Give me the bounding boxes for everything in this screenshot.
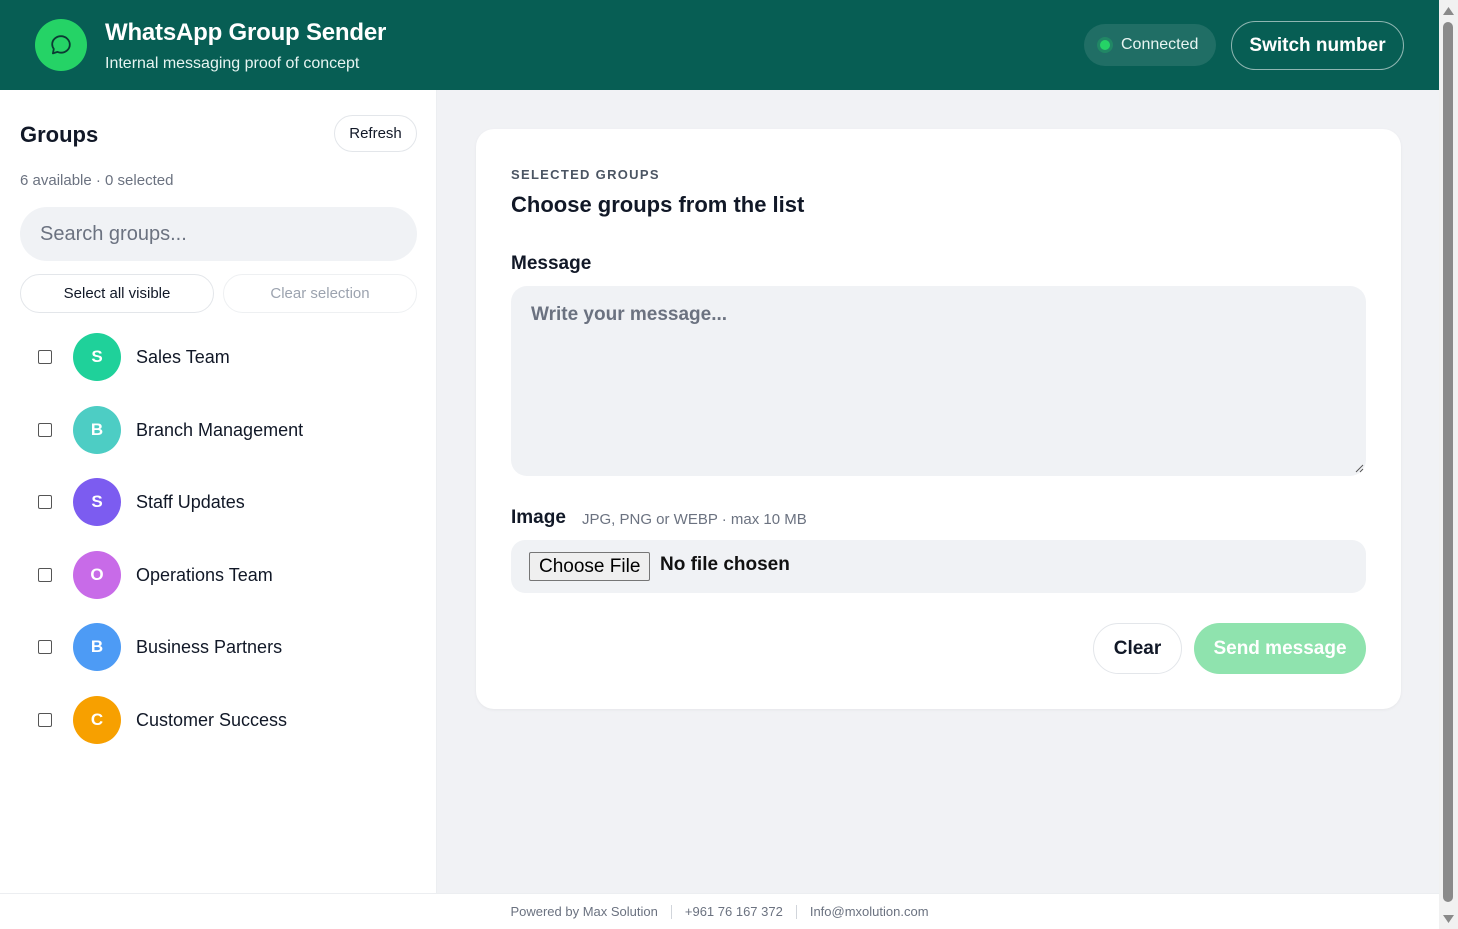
groups-count: 6 available · 0 selected bbox=[20, 172, 174, 189]
select-all-visible-button[interactable]: Select all visible bbox=[20, 274, 214, 313]
group-checkbox[interactable] bbox=[38, 712, 52, 727]
connection-status-text: Connected bbox=[1121, 36, 1199, 53]
group-item-sales-team[interactable]: S Sales Team bbox=[0, 324, 437, 397]
refresh-button[interactable]: Refresh bbox=[334, 115, 417, 152]
app-footer: Powered by Max Solution +961 76 167 372 … bbox=[0, 893, 1439, 929]
switch-number-button[interactable]: Switch number bbox=[1231, 21, 1404, 70]
group-checkbox[interactable] bbox=[38, 495, 52, 509]
image-hint: JPG, PNG or WEBP · max 10 MB bbox=[582, 511, 807, 528]
message-label: Message bbox=[511, 253, 592, 274]
selected-groups-eyebrow: SELECTED GROUPS bbox=[511, 167, 660, 182]
group-avatar: B bbox=[73, 623, 121, 671]
footer-email: Info@mxolution.com bbox=[809, 904, 929, 919]
scrollbar-thumb[interactable] bbox=[1443, 22, 1453, 902]
groups-title: Groups bbox=[20, 122, 99, 147]
send-message-button[interactable]: Send message bbox=[1194, 623, 1366, 674]
scroll-up-arrow-icon[interactable] bbox=[1442, 4, 1455, 17]
app-subtitle: Internal messaging proof of concept bbox=[105, 55, 360, 72]
group-avatar: S bbox=[73, 478, 121, 526]
clear-button[interactable]: Clear bbox=[1093, 623, 1182, 674]
group-avatar: S bbox=[73, 333, 121, 381]
app-title: WhatsApp Group Sender bbox=[105, 19, 387, 46]
file-input[interactable]: Choose File No file chosen bbox=[511, 540, 1366, 593]
scroll-down-arrow-icon[interactable] bbox=[1442, 912, 1455, 925]
group-name: Operations Team bbox=[136, 564, 273, 585]
group-item-staff-updates[interactable]: S Staff Updates bbox=[0, 469, 437, 542]
chat-bubble-icon bbox=[35, 19, 87, 71]
groups-sidebar: Groups Refresh 6 available · 0 selected … bbox=[0, 90, 437, 893]
message-textarea[interactable] bbox=[511, 286, 1366, 476]
group-name: Business Partners bbox=[136, 637, 283, 657]
group-item-branch-management[interactable]: B Branch Management bbox=[0, 397, 437, 470]
group-name: Customer Success bbox=[136, 709, 288, 730]
page-scrollbar[interactable] bbox=[1439, 0, 1458, 929]
connection-status-badge: Connected bbox=[1084, 24, 1216, 66]
file-status-text: No file chosen bbox=[660, 554, 790, 575]
group-item-customer-success[interactable]: C Customer Success bbox=[0, 687, 437, 760]
footer-divider bbox=[795, 904, 797, 919]
search-groups-input[interactable] bbox=[20, 207, 417, 261]
group-avatar: C bbox=[73, 695, 121, 744]
status-dot-icon bbox=[1100, 40, 1110, 50]
choose-file-button[interactable]: Choose File bbox=[529, 552, 651, 581]
group-name: Sales Team bbox=[136, 347, 230, 367]
resize-handle-icon[interactable] bbox=[1355, 464, 1364, 473]
group-checkbox[interactable] bbox=[38, 567, 52, 582]
clear-selection-button[interactable]: Clear selection bbox=[223, 274, 417, 313]
main-panel: SELECTED GROUPS Choose groups from the l… bbox=[437, 90, 1439, 893]
footer-divider bbox=[670, 904, 672, 919]
footer-phone: +961 76 167 372 bbox=[684, 904, 783, 919]
group-checkbox[interactable] bbox=[38, 350, 52, 364]
image-label: Image bbox=[511, 507, 566, 528]
group-item-business-partners[interactable]: B Business Partners bbox=[0, 614, 437, 687]
selected-groups-heading: Choose groups from the list bbox=[511, 192, 805, 217]
footer-powered-by: Powered by Max Solution bbox=[510, 904, 658, 919]
group-avatar: B bbox=[73, 405, 121, 454]
group-name: Branch Management bbox=[136, 419, 304, 440]
group-item-operations-team[interactable]: O Operations Team bbox=[0, 542, 437, 615]
group-list: S Sales Team B Branch Management S Staff… bbox=[0, 324, 437, 759]
composer-card: SELECTED GROUPS Choose groups from the l… bbox=[476, 129, 1401, 709]
group-checkbox[interactable] bbox=[38, 422, 52, 437]
group-checkbox[interactable] bbox=[38, 640, 52, 654]
group-avatar: O bbox=[73, 550, 121, 599]
app-header: WhatsApp Group Sender Internal messaging… bbox=[0, 0, 1439, 90]
group-name: Staff Updates bbox=[136, 492, 245, 512]
